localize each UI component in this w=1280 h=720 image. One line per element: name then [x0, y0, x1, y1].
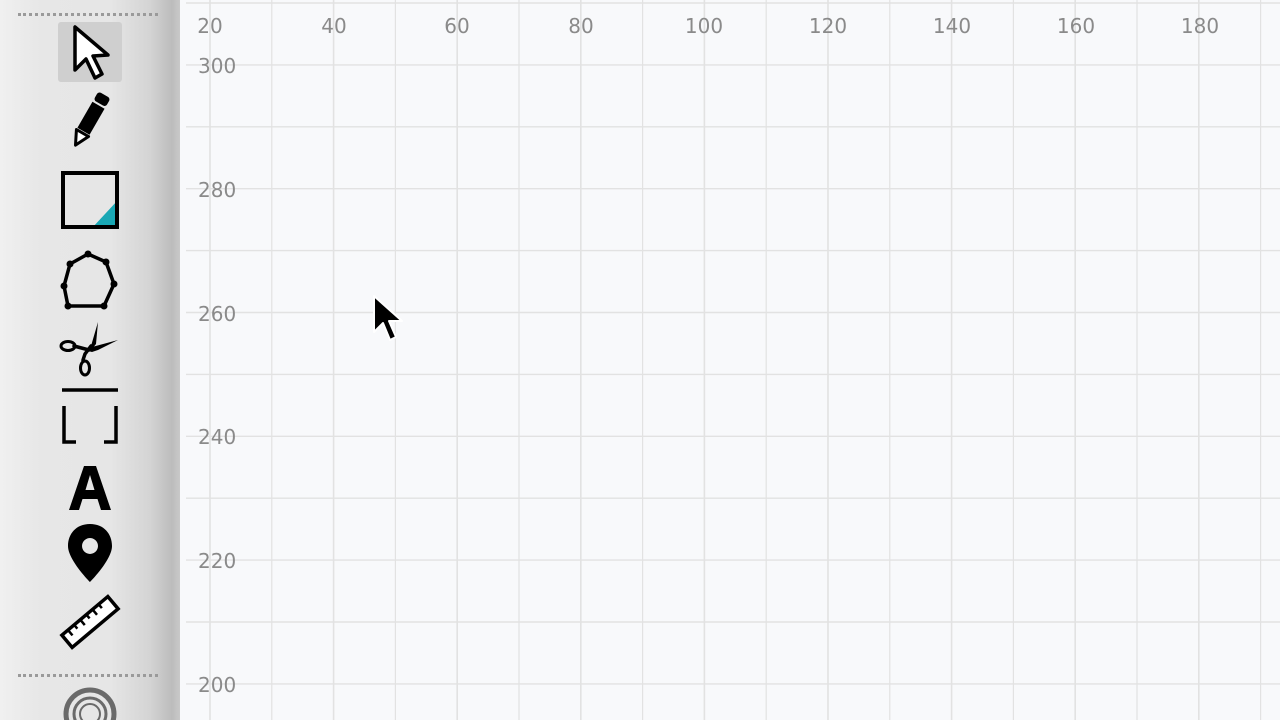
ruler-tool-button[interactable] — [58, 592, 122, 652]
x-tick-label: 180 — [1180, 14, 1220, 38]
y-tick-label: 300 — [198, 54, 237, 78]
y-tick-label: 220 — [198, 549, 237, 573]
rectangle-tool-button[interactable] — [58, 170, 122, 230]
y-tick-label: 240 — [198, 425, 237, 449]
x-tick-label: 100 — [684, 14, 724, 38]
ruler-icon — [59, 594, 121, 650]
x-tick-label: 80 — [568, 14, 594, 38]
x-tick-label: 40 — [321, 14, 347, 38]
select-tool-button[interactable] — [58, 22, 122, 82]
arrow-cursor-icon — [73, 25, 110, 80]
text-tool-button[interactable] — [58, 458, 122, 518]
toolbar-top-divider — [18, 13, 158, 16]
polygon-icon — [60, 250, 118, 310]
rectangle-icon — [61, 171, 119, 229]
partial-circle-icon — [63, 687, 117, 720]
y-tick-label: 200 — [198, 673, 237, 697]
x-tick-label: 60 — [444, 14, 470, 38]
x-tick-label: 160 — [1056, 14, 1096, 38]
x-tick-label: 140 — [932, 14, 972, 38]
toolbar-bottom-divider — [18, 674, 158, 677]
drawing-canvas[interactable]: 20 40 60 80 100 120 140 160 180 300 280 … — [186, 0, 1280, 720]
mouse-pointer-icon — [372, 294, 404, 350]
x-tick-label: 20 — [197, 14, 223, 38]
x-tick-label: 120 — [808, 14, 848, 38]
scissors-icon — [59, 322, 118, 377]
more-tool-button[interactable] — [58, 680, 122, 720]
map-pin-icon — [68, 524, 112, 582]
marker-tool-button[interactable] — [58, 524, 122, 584]
pencil-icon — [74, 92, 110, 147]
polygon-tool-button[interactable] — [58, 250, 122, 310]
grid-lines — [186, 0, 1280, 720]
pencil-tool-button[interactable] — [58, 90, 122, 150]
crop-icon — [62, 388, 118, 444]
y-tick-label: 280 — [198, 178, 237, 202]
text-a-icon — [69, 466, 111, 510]
y-tick-label: 260 — [198, 302, 237, 326]
tool-palette — [0, 0, 180, 720]
scissors-tool-button[interactable] — [58, 318, 122, 378]
crop-tool-button[interactable] — [58, 386, 122, 446]
